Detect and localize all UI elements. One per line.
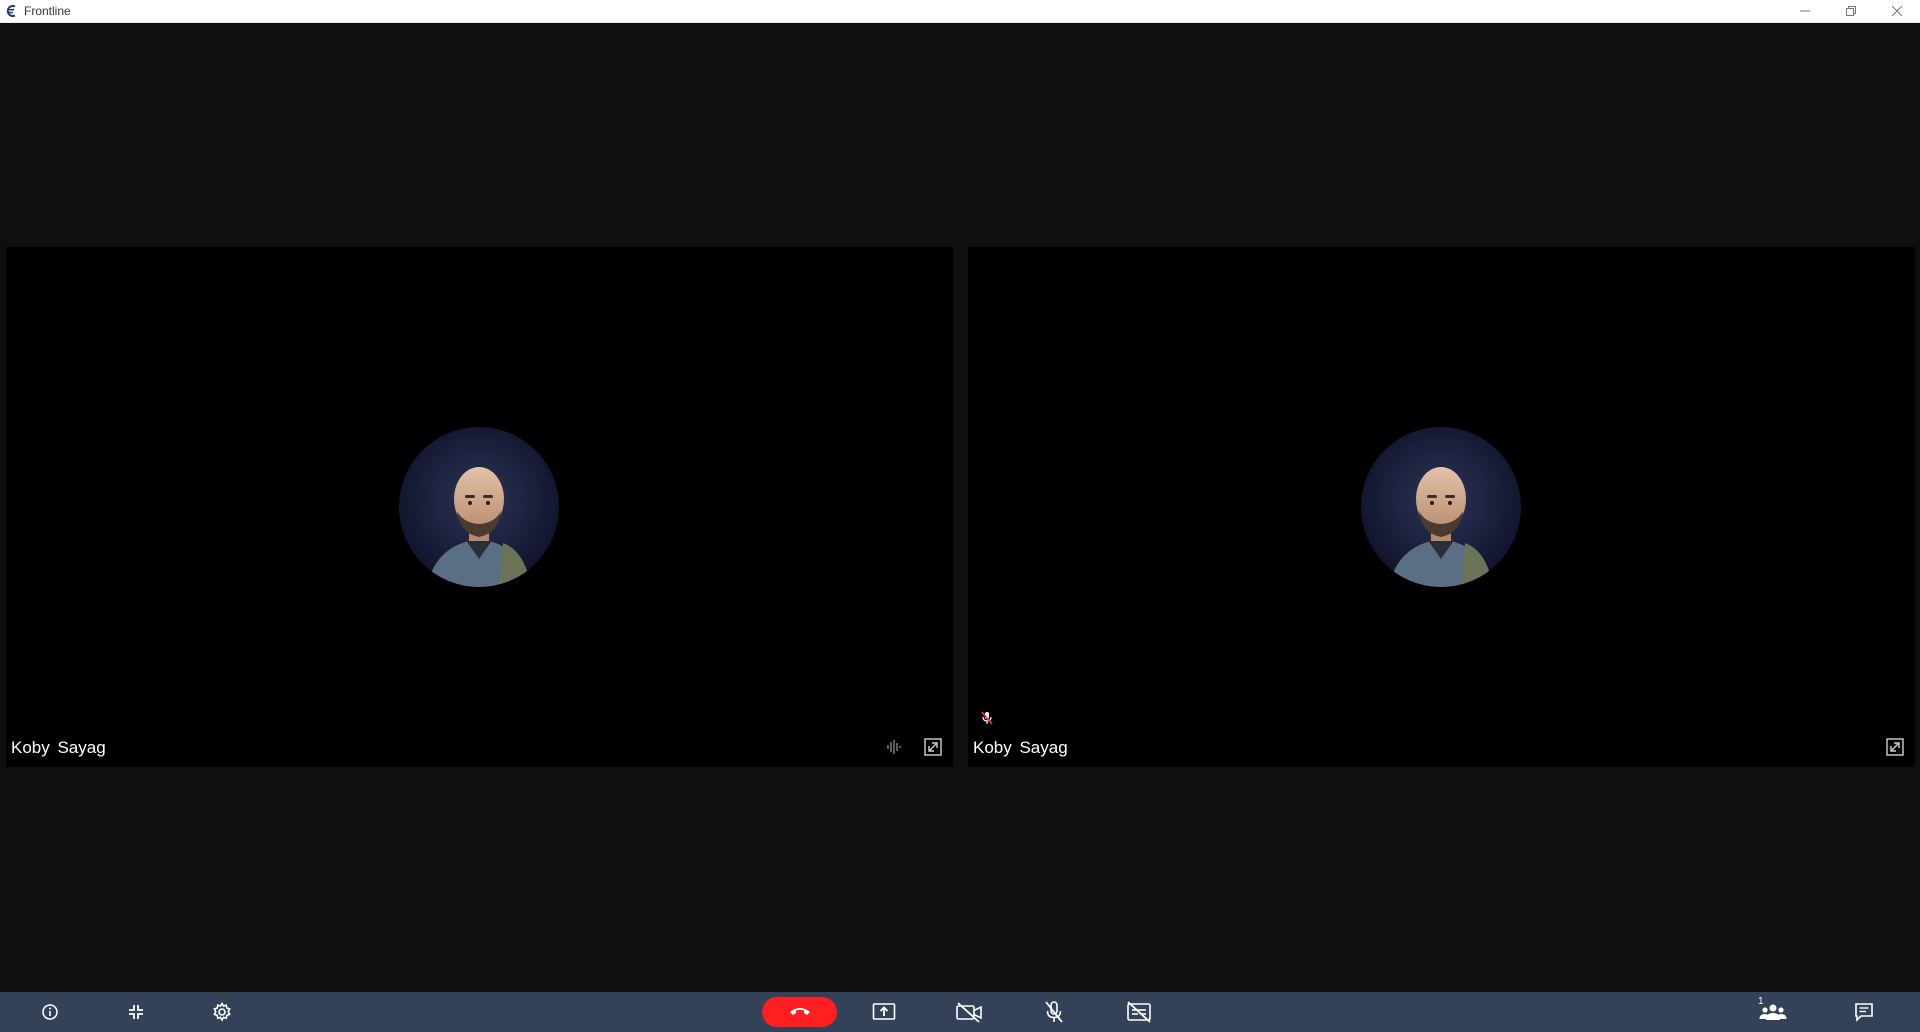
hang-up-icon — [789, 1008, 810, 1015]
collapse-button[interactable] — [122, 998, 150, 1026]
participant-name: Koby Sayag — [11, 738, 106, 757]
mic-muted-icon — [980, 711, 994, 725]
captions-toggle-button[interactable] — [1125, 998, 1153, 1026]
info-button[interactable] — [36, 998, 64, 1026]
participant-tile[interactable]: Koby Sayag — [968, 247, 1915, 767]
info-icon — [42, 1004, 58, 1020]
call-toolbar: 1 — [0, 992, 1920, 1032]
minimize-button[interactable] — [1782, 0, 1828, 22]
expand-icon — [1886, 738, 1904, 756]
settings-button[interactable] — [208, 998, 236, 1026]
share-screen-icon — [872, 1003, 896, 1020]
mic-off-icon — [1045, 1001, 1063, 1023]
window-titlebar: Frontline — [0, 0, 1920, 23]
expand-tile-button[interactable] — [1885, 737, 1905, 757]
restore-icon — [1846, 6, 1856, 16]
participants-count-badge: 1 — [1758, 996, 1764, 1007]
restore-button[interactable] — [1828, 0, 1874, 22]
gear-icon — [213, 1002, 231, 1022]
chat-icon — [1855, 1003, 1873, 1022]
participant-avatar — [399, 427, 559, 587]
window-title: Frontline — [24, 4, 71, 18]
captions-off-icon — [1127, 1001, 1151, 1023]
window-controls — [1782, 0, 1920, 22]
minimize-icon — [1800, 10, 1810, 12]
participant-name: Koby Sayag — [973, 738, 1068, 757]
frontline-logo-icon — [4, 4, 18, 18]
audio-level-icon — [883, 737, 903, 757]
expand-tile-button[interactable] — [923, 737, 943, 757]
hang-up-button[interactable] — [762, 997, 837, 1027]
share-screen-button[interactable] — [870, 998, 898, 1026]
collapse-icon — [129, 1005, 143, 1019]
camera-off-icon — [956, 1002, 982, 1023]
participant-tile[interactable]: Koby Sayag — [6, 247, 953, 767]
participants-button[interactable]: 1 — [1756, 996, 1790, 1026]
camera-toggle-button[interactable] — [955, 998, 983, 1026]
expand-icon — [924, 738, 942, 756]
participant-avatar — [1361, 427, 1521, 587]
close-button[interactable] — [1874, 0, 1920, 22]
mic-toggle-button[interactable] — [1040, 998, 1068, 1026]
chat-button[interactable] — [1850, 998, 1878, 1026]
video-stage: Koby Sayag Koby Sayag — [0, 23, 1920, 992]
close-icon — [1892, 6, 1902, 16]
